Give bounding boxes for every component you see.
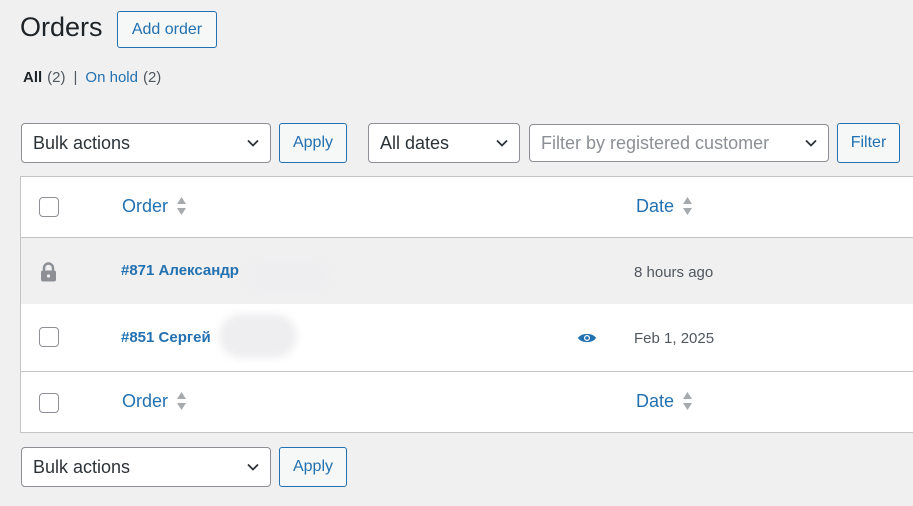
filter-button[interactable]: Filter — [837, 123, 900, 163]
chevron-down-icon — [247, 139, 259, 147]
table-footer-row: Order Date — [21, 372, 913, 433]
page-title: Orders — [20, 12, 103, 42]
lock-icon — [41, 262, 56, 282]
sort-icon — [177, 392, 187, 410]
table-row: #851 Сергей Feb 1, 2025 — [21, 304, 913, 372]
select-all-checkbox[interactable] — [39, 197, 59, 217]
redacted-name-blur — [246, 260, 331, 294]
bulk-actions-value: Bulk actions — [33, 456, 131, 477]
bulk-actions-select-top[interactable]: Bulk actions — [21, 123, 271, 163]
sort-icon — [683, 197, 693, 215]
select-all-checkbox-footer[interactable] — [39, 393, 59, 413]
views-separator: | — [73, 69, 78, 86]
column-date-header[interactable]: Date — [636, 195, 693, 217]
dates-value: All dates — [380, 132, 450, 153]
view-all-label[interactable]: All — [23, 69, 42, 86]
bulk-actions-value: Bulk actions — [33, 132, 131, 153]
order-status-views: All (2) | On hold (2) — [23, 69, 161, 86]
column-order-header[interactable]: Order — [122, 195, 187, 217]
customer-filter-select[interactable]: Filter by registered customer — [529, 124, 829, 162]
row-checkbox[interactable] — [39, 327, 59, 347]
sort-icon — [177, 197, 187, 215]
apply-button-bottom[interactable]: Apply — [279, 447, 347, 487]
column-date-label: Date — [636, 195, 675, 216]
column-order-footer[interactable]: Order — [122, 390, 187, 412]
order-date: Feb 1, 2025 — [634, 330, 715, 347]
column-order-label: Order — [122, 195, 169, 216]
apply-button-top[interactable]: Apply — [279, 123, 347, 163]
view-on-hold-link[interactable]: On hold — [85, 69, 138, 86]
order-link[interactable]: #851 Сергей — [121, 329, 211, 346]
eye-icon[interactable] — [577, 332, 597, 344]
column-date-footer[interactable]: Date — [636, 390, 693, 412]
column-date-label: Date — [636, 390, 675, 411]
order-date: 8 hours ago — [634, 264, 714, 281]
table-row: #871 Александр 8 hours ago — [21, 238, 913, 304]
view-all-count: (2) — [47, 69, 66, 86]
table-header-row: Order Date — [21, 177, 913, 238]
sort-icon — [683, 392, 693, 410]
add-order-button[interactable]: Add order — [117, 11, 217, 48]
chevron-down-icon — [247, 463, 259, 471]
chevron-down-icon — [805, 139, 817, 147]
column-order-label: Order — [122, 390, 169, 411]
orders-table: Order Date #871 Александр 8 hours ago #8… — [20, 176, 913, 433]
customer-filter-placeholder: Filter by registered customer — [541, 132, 770, 153]
dates-select[interactable]: All dates — [368, 123, 520, 163]
order-link[interactable]: #871 Александр — [121, 262, 239, 279]
redacted-name-blur — [219, 314, 297, 358]
bulk-actions-select-bottom[interactable]: Bulk actions — [21, 447, 271, 487]
chevron-down-icon — [496, 139, 508, 147]
view-on-hold-count: (2) — [142, 69, 162, 86]
